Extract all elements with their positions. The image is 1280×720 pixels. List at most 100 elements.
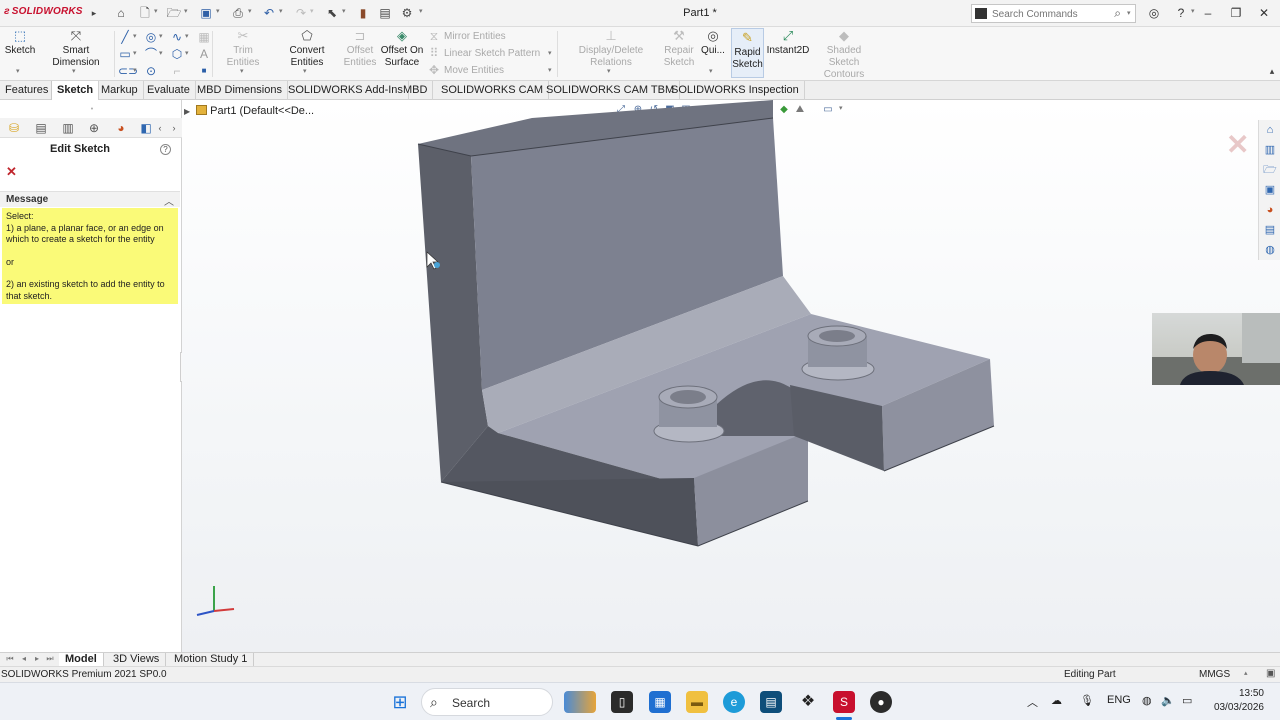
- file-explorer-icon[interactable]: 🗁: [1263, 163, 1277, 177]
- search-scope-icon[interactable]: [975, 8, 987, 19]
- undo-icon[interactable]: ↶: [261, 5, 277, 21]
- help-icon[interactable]: ?: [1173, 5, 1189, 21]
- print-icon[interactable]: ⎙: [230, 5, 246, 21]
- circle-dropdown-icon[interactable]: ▾: [159, 32, 163, 40]
- onedrive-icon[interactable]: ☁: [1051, 694, 1062, 707]
- smart-dimension-button[interactable]: ⤧ Smart Dimension: [38, 29, 114, 69]
- redo-icon[interactable]: ↷: [293, 5, 309, 21]
- options-dropdown-icon[interactable]: ▾: [419, 7, 423, 15]
- select-cursor-icon[interactable]: ⬉: [324, 5, 340, 21]
- ellipse-icon[interactable]: ⊙: [144, 64, 158, 78]
- mirror-entities-button[interactable]: Mirror Entities: [444, 31, 506, 42]
- cancel-x-icon[interactable]: ✕: [6, 164, 17, 180]
- panel-grip-icon[interactable]: •: [84, 102, 100, 118]
- chevron-up-icon[interactable]: ︿: [164, 193, 174, 208]
- part-model-render[interactable]: [182, 100, 1280, 652]
- trim-entities-button[interactable]: ✂ Trim Entities: [216, 29, 270, 69]
- dimxpert-manager-icon[interactable]: ⊕: [86, 120, 102, 136]
- solidworks-taskbar-icon[interactable]: S: [833, 691, 855, 713]
- help-question-icon[interactable]: ?: [160, 144, 171, 155]
- task-view-icon[interactable]: ▯: [611, 691, 633, 713]
- arc-icon[interactable]: ⌒: [144, 47, 158, 61]
- open-dropdown-icon[interactable]: ▾: [184, 7, 188, 15]
- line-dropdown-icon[interactable]: ▾: [133, 32, 137, 40]
- convert-dropdown-icon[interactable]: ▾: [303, 67, 307, 75]
- rapid-sketch-button[interactable]: ✎ Rapid Sketch: [731, 28, 764, 78]
- custom-properties-icon[interactable]: ▤: [1263, 223, 1277, 237]
- display-manager-icon[interactable]: ◕: [113, 120, 129, 136]
- tab-mbd-dimensions[interactable]: MBD Dimensions: [192, 81, 288, 100]
- repair-sketch-button[interactable]: ⚒ Repair Sketch: [663, 29, 695, 69]
- close-icon[interactable]: ✕: [1256, 5, 1272, 21]
- restore-icon[interactable]: ❐: [1228, 5, 1244, 21]
- tab-markup[interactable]: Markup: [96, 81, 144, 100]
- clock-date[interactable]: 03/03/2026: [1212, 702, 1264, 713]
- help-dropdown-icon[interactable]: ▾: [1191, 7, 1195, 15]
- clock-time[interactable]: 13:50: [1212, 688, 1264, 699]
- slot-dropdown-icon[interactable]: ▾: [133, 66, 137, 74]
- save-icon[interactable]: ▣: [198, 5, 214, 21]
- spline-dropdown-icon[interactable]: ▾: [185, 32, 189, 40]
- line-icon[interactable]: ╱: [118, 30, 132, 44]
- file-explorer-taskbar-icon[interactable]: ▬: [686, 691, 708, 713]
- tab-motion-study-1[interactable]: Motion Study 1: [168, 653, 255, 667]
- tray-overflow-icon[interactable]: ︿: [1027, 694, 1038, 710]
- configuration-manager-icon[interactable]: ▥: [60, 120, 76, 136]
- save-dropdown-icon[interactable]: ▾: [216, 7, 220, 15]
- quick-tips-icon[interactable]: ▣: [1266, 668, 1275, 679]
- screen-recorder-icon[interactable]: ●: [870, 691, 892, 713]
- convert-entities-button[interactable]: ⬠ Convert Entities: [272, 29, 342, 69]
- language-indicator[interactable]: ENG: [1107, 694, 1131, 706]
- tab-3d-views[interactable]: 3D Views: [107, 653, 167, 667]
- quick-snaps-dropdown-icon[interactable]: ▾: [709, 67, 713, 75]
- search-icon[interactable]: ⌕: [1114, 6, 1121, 21]
- sketch-button[interactable]: ⬚ Sketch: [4, 29, 36, 57]
- circle-icon[interactable]: ◎: [144, 30, 158, 44]
- home-icon[interactable]: ⌂: [113, 5, 129, 21]
- instant2d-button[interactable]: ⤢ Instant2D: [766, 29, 810, 57]
- units-dropdown-icon[interactable]: ▴: [1244, 669, 1248, 677]
- appearances-icon[interactable]: ◕: [1263, 203, 1277, 217]
- move-entities-icon[interactable]: ✥: [427, 63, 441, 77]
- sketch-dropdown-icon[interactable]: ▾: [16, 67, 20, 75]
- tab-solidworks-inspection[interactable]: SOLIDWORKS Inspection: [666, 81, 805, 100]
- tab-mbd[interactable]: MBD: [398, 81, 434, 100]
- polygon-dropdown-icon[interactable]: ▾: [185, 49, 189, 57]
- new-document-icon[interactable]: 🗋: [137, 5, 153, 21]
- rebuild-icon[interactable]: ▮: [355, 5, 371, 21]
- microsoft-store-icon[interactable]: ▦: [649, 691, 671, 713]
- taskbar-search-box[interactable]: ⌕ Search: [421, 688, 553, 716]
- slot-icon[interactable]: ⊂⊃: [118, 64, 138, 78]
- battery-icon[interactable]: ▭: [1182, 694, 1192, 707]
- menu-expand-icon[interactable]: ▸: [86, 5, 102, 21]
- search-commands-box[interactable]: ⌕ ▾: [971, 4, 1136, 23]
- tab-sketch[interactable]: Sketch: [51, 81, 100, 100]
- last-tab-icon[interactable]: ⏭: [42, 651, 58, 667]
- network-globe-icon[interactable]: ◍: [1142, 694, 1152, 707]
- code-app-icon[interactable]: ▤: [760, 691, 782, 713]
- tab-features[interactable]: Features: [0, 81, 55, 100]
- search-input[interactable]: [992, 7, 1112, 21]
- arc-dropdown-icon[interactable]: ▾: [159, 49, 163, 57]
- quick-snaps-button[interactable]: ◎ Qui...: [698, 29, 728, 57]
- point-icon[interactable]: ■: [197, 64, 211, 78]
- mirror-entities-icon[interactable]: ⧖: [427, 29, 441, 43]
- widget-icon[interactable]: [564, 691, 596, 713]
- windows-start-icon[interactable]: ⊞: [389, 691, 411, 713]
- volume-icon[interactable]: 🔈: [1161, 694, 1175, 707]
- solidworks-resources-icon[interactable]: ⌂: [1263, 123, 1277, 137]
- shaded-sketch-contours-button[interactable]: ◆ Shaded Sketch Contours: [812, 29, 876, 81]
- smart-dimension-dropdown-icon[interactable]: ▾: [72, 67, 76, 75]
- pattern-dropdown-icon[interactable]: ▾: [548, 49, 552, 57]
- design-library-icon[interactable]: ▥: [1263, 143, 1277, 157]
- new-dropdown-icon[interactable]: ▾: [154, 7, 158, 15]
- scroll-tabs-right-icon[interactable]: ›: [166, 120, 182, 136]
- partial-ellipse-icon[interactable]: ⌐: [170, 64, 184, 78]
- search-dropdown-icon[interactable]: ▾: [1127, 9, 1131, 17]
- redo-dropdown-icon[interactable]: ▾: [310, 7, 314, 15]
- fillet-icon[interactable]: ▦: [197, 30, 211, 44]
- print-dropdown-icon[interactable]: ▾: [248, 7, 252, 15]
- select-dropdown-icon[interactable]: ▾: [342, 7, 346, 15]
- options-gear-icon[interactable]: ⚙: [399, 5, 415, 21]
- message-section-header[interactable]: Message ︿: [0, 191, 180, 208]
